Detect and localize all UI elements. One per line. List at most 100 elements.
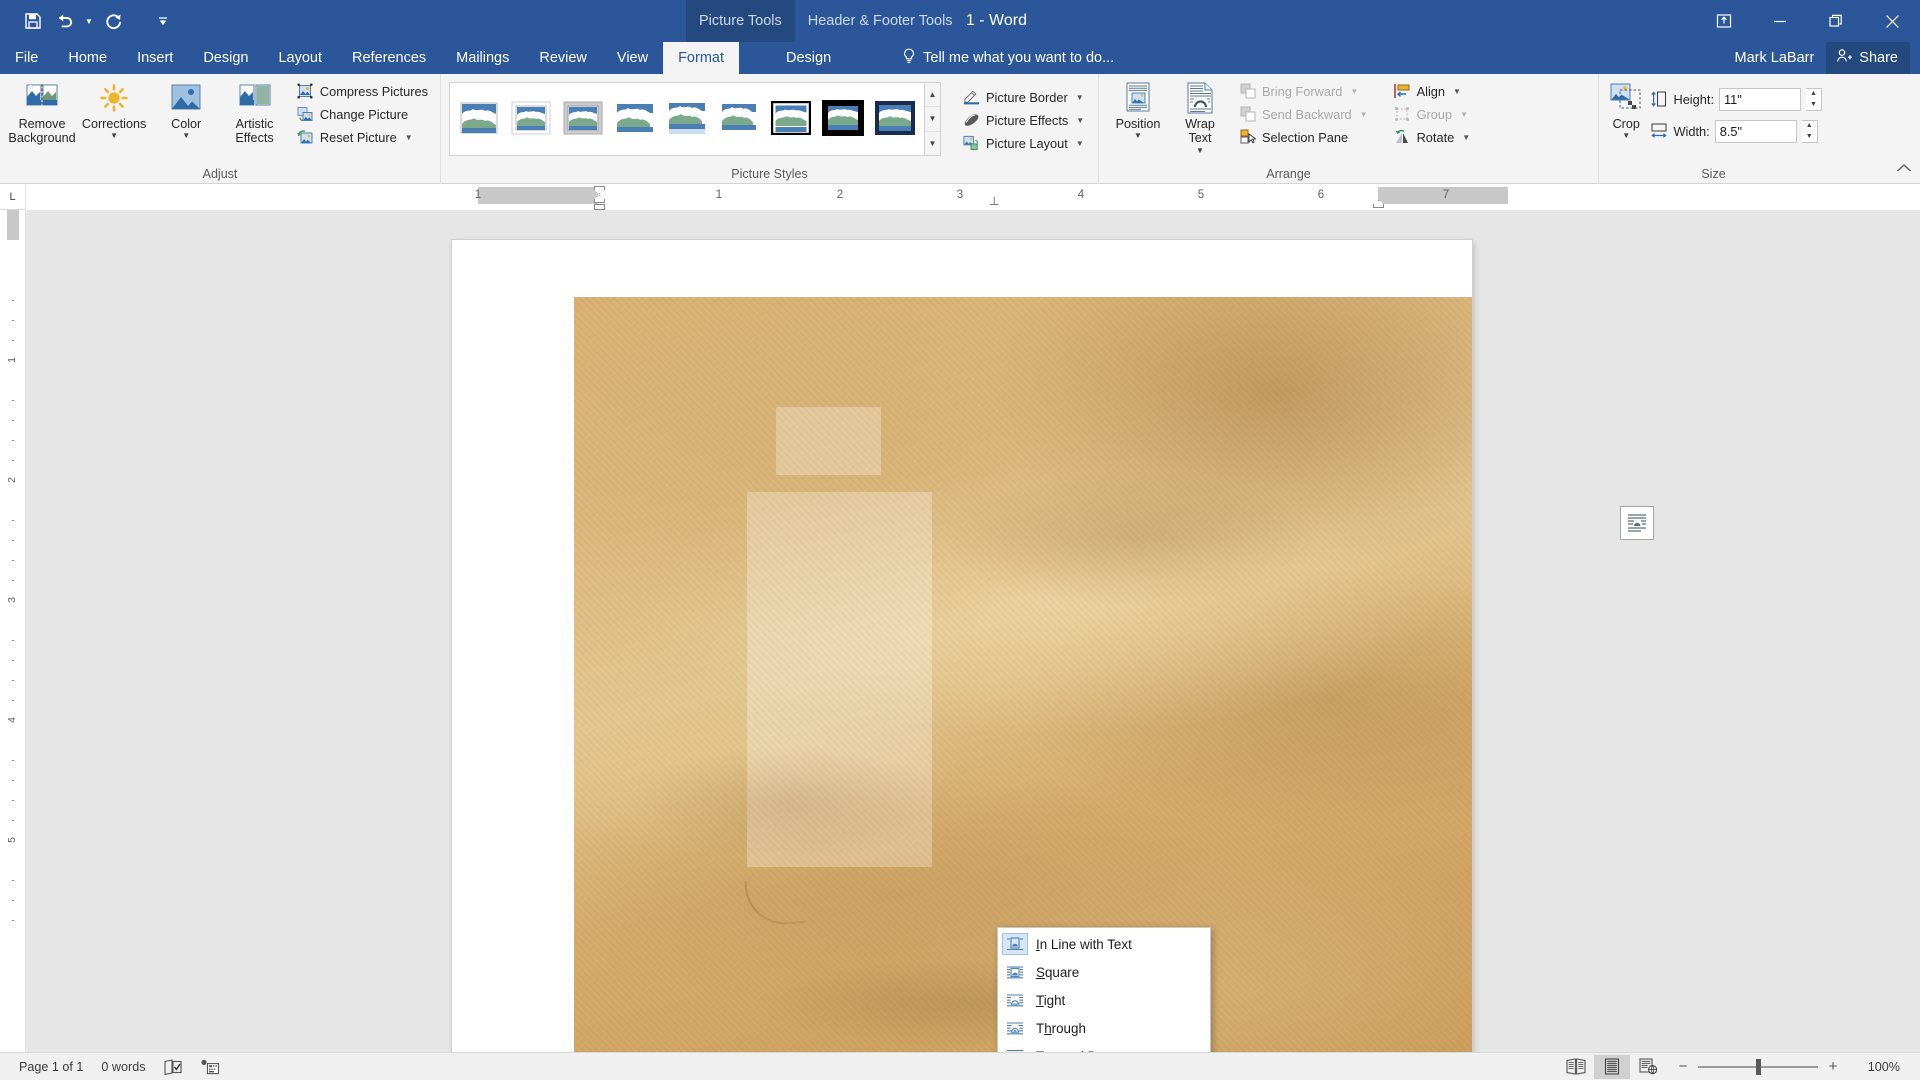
wrap-text-button[interactable]: Wrap Text ▼: [1171, 78, 1229, 158]
compress-pictures-button[interactable]: Compress Pictures: [291, 80, 434, 102]
position-dropdown-icon[interactable]: ▼: [1134, 132, 1142, 140]
picture-layout-button[interactable]: Picture Layout ▼: [957, 132, 1090, 154]
picture-style-7[interactable]: [820, 96, 866, 142]
height-stepper[interactable]: ▲ ▼: [1806, 87, 1822, 111]
picture-style-1[interactable]: [508, 96, 554, 142]
print-layout-icon[interactable]: [1594, 1054, 1630, 1079]
picture-effects-button[interactable]: Picture Effects ▼: [957, 109, 1090, 131]
gallery-scroll-up-icon[interactable]: ▲: [925, 83, 940, 108]
change-picture-button[interactable]: Change Picture: [291, 103, 434, 125]
width-input[interactable]: 8.5": [1714, 119, 1797, 143]
menu-item-tight[interactable]: Tight: [998, 986, 1210, 1014]
send-backward-button[interactable]: Send Backward ▼: [1233, 103, 1374, 125]
tab-file[interactable]: File: [0, 42, 54, 74]
wrap-text-dropdown-icon[interactable]: ▼: [1196, 146, 1204, 155]
gallery-more-icon[interactable]: ▼: [925, 132, 940, 155]
tell-me-search[interactable]: Tell me what you want to do...: [892, 42, 1124, 74]
reset-picture-dropdown-icon[interactable]: ▼: [405, 133, 413, 142]
tab-home[interactable]: Home: [53, 42, 122, 74]
zoom-level[interactable]: 100%: [1848, 1060, 1900, 1074]
picture-styles-scroll[interactable]: ▲ ▼ ▼: [925, 82, 941, 156]
picture-style-3[interactable]: [612, 96, 658, 142]
width-stepper-up-icon[interactable]: ▲: [1802, 121, 1817, 132]
width-stepper[interactable]: ▲ ▼: [1801, 119, 1818, 143]
corrections-dropdown-icon[interactable]: ▼: [110, 132, 118, 140]
tab-format[interactable]: Format: [663, 42, 739, 74]
horizontal-ruler[interactable]: 1 1 2 3 4 5 6 7 ⊥: [26, 184, 1920, 210]
crop-dropdown-icon[interactable]: ▼: [1622, 132, 1630, 140]
picture-border-dropdown-icon[interactable]: ▼: [1076, 93, 1084, 102]
redo-icon[interactable]: [98, 6, 128, 36]
position-button[interactable]: Position ▼: [1105, 78, 1171, 143]
document-page[interactable]: [452, 240, 1472, 1052]
document-canvas[interactable]: In Line with Text Square Tight Through: [26, 210, 1920, 1052]
width-stepper-down-icon[interactable]: ▼: [1802, 131, 1817, 142]
rotate-button[interactable]: Rotate ▼: [1388, 126, 1477, 148]
ribbon-display-options-icon[interactable]: [1696, 0, 1752, 42]
menu-item-square[interactable]: Square: [998, 958, 1210, 986]
group-button[interactable]: Group ▼: [1388, 103, 1477, 125]
align-button[interactable]: Align ▼: [1388, 80, 1477, 102]
menu-item-through[interactable]: Through: [998, 1014, 1210, 1042]
minimize-icon[interactable]: [1752, 0, 1808, 42]
tab-references[interactable]: References: [337, 42, 441, 74]
share-button[interactable]: Share: [1826, 42, 1910, 74]
wrap-text-context-menu[interactable]: In Line with Text Square Tight Through: [997, 927, 1211, 1052]
undo-icon[interactable]: [50, 6, 80, 36]
bring-forward-button[interactable]: Bring Forward ▼: [1233, 80, 1374, 102]
picture-border-button[interactable]: Picture Border ▼: [957, 86, 1090, 108]
picture-effects-dropdown-icon[interactable]: ▼: [1076, 116, 1084, 125]
reset-picture-button[interactable]: Reset Picture ▼: [291, 126, 434, 148]
picture-style-5[interactable]: [716, 96, 762, 142]
remove-background-button[interactable]: Remove Background: [6, 78, 78, 149]
picture-styles-gallery[interactable]: [449, 82, 925, 156]
save-icon[interactable]: [18, 6, 48, 36]
tab-review[interactable]: Review: [524, 42, 602, 74]
crop-button[interactable]: Crop ▼: [1605, 78, 1647, 143]
send-backward-dropdown-icon[interactable]: ▼: [1360, 110, 1368, 119]
menu-item-in-line-with-text[interactable]: In Line with Text: [998, 930, 1210, 958]
account-name[interactable]: Mark LaBarr: [1735, 50, 1815, 66]
tab-insert[interactable]: Insert: [122, 42, 188, 74]
web-layout-icon[interactable]: [1630, 1055, 1666, 1079]
macro-record-icon[interactable]: [191, 1053, 229, 1080]
picture-style-2[interactable]: [560, 96, 606, 142]
tab-stop-selector[interactable]: L: [0, 184, 26, 210]
selection-pane-button[interactable]: Selection Pane: [1233, 126, 1374, 148]
tab-design[interactable]: Design: [188, 42, 263, 74]
restore-icon[interactable]: [1808, 0, 1864, 42]
tab-mailings[interactable]: Mailings: [441, 42, 524, 74]
tab-layout[interactable]: Layout: [263, 42, 337, 74]
undo-dropdown-icon[interactable]: ▼: [82, 6, 96, 36]
read-mode-icon[interactable]: [1558, 1055, 1594, 1079]
height-input[interactable]: 11": [1719, 87, 1801, 111]
color-button[interactable]: Color ▼: [150, 78, 222, 143]
zoom-in-button[interactable]: +: [1826, 1058, 1840, 1075]
menu-item-top-and-bottom[interactable]: Top and Bottom: [998, 1042, 1210, 1052]
word-count[interactable]: 0 words: [92, 1053, 154, 1080]
rotate-dropdown-icon[interactable]: ▼: [1462, 133, 1470, 142]
color-dropdown-icon[interactable]: ▼: [182, 132, 190, 140]
zoom-slider-thumb[interactable]: [1756, 1058, 1761, 1075]
group-dropdown-icon[interactable]: ▼: [1460, 110, 1468, 119]
artistic-effects-button[interactable]: Artistic Effects: [222, 78, 287, 149]
height-stepper-up-icon[interactable]: ▲: [1806, 89, 1821, 100]
gallery-scroll-down-icon[interactable]: ▼: [925, 107, 940, 132]
picture-style-6[interactable]: [768, 96, 814, 142]
layout-options-icon[interactable]: [1620, 506, 1654, 540]
tab-view[interactable]: View: [602, 42, 663, 74]
vertical-ruler[interactable]: 1 2 3 4 5: [0, 210, 26, 1052]
proofing-errors-icon[interactable]: [155, 1053, 191, 1080]
page-status[interactable]: Page 1 of 1: [10, 1053, 92, 1080]
zoom-control[interactable]: − + 100%: [1666, 1058, 1910, 1075]
zoom-out-button[interactable]: −: [1676, 1058, 1690, 1075]
customize-qat-icon[interactable]: [148, 6, 178, 36]
picture-style-0[interactable]: [456, 96, 502, 142]
align-dropdown-icon[interactable]: ▼: [1453, 87, 1461, 96]
picture-style-8[interactable]: [872, 96, 918, 142]
zoom-slider[interactable]: [1698, 1058, 1818, 1075]
corrections-button[interactable]: Corrections ▼: [78, 78, 150, 143]
bring-forward-dropdown-icon[interactable]: ▼: [1350, 87, 1358, 96]
picture-style-4[interactable]: [664, 96, 710, 142]
picture-layout-dropdown-icon[interactable]: ▼: [1076, 139, 1084, 148]
